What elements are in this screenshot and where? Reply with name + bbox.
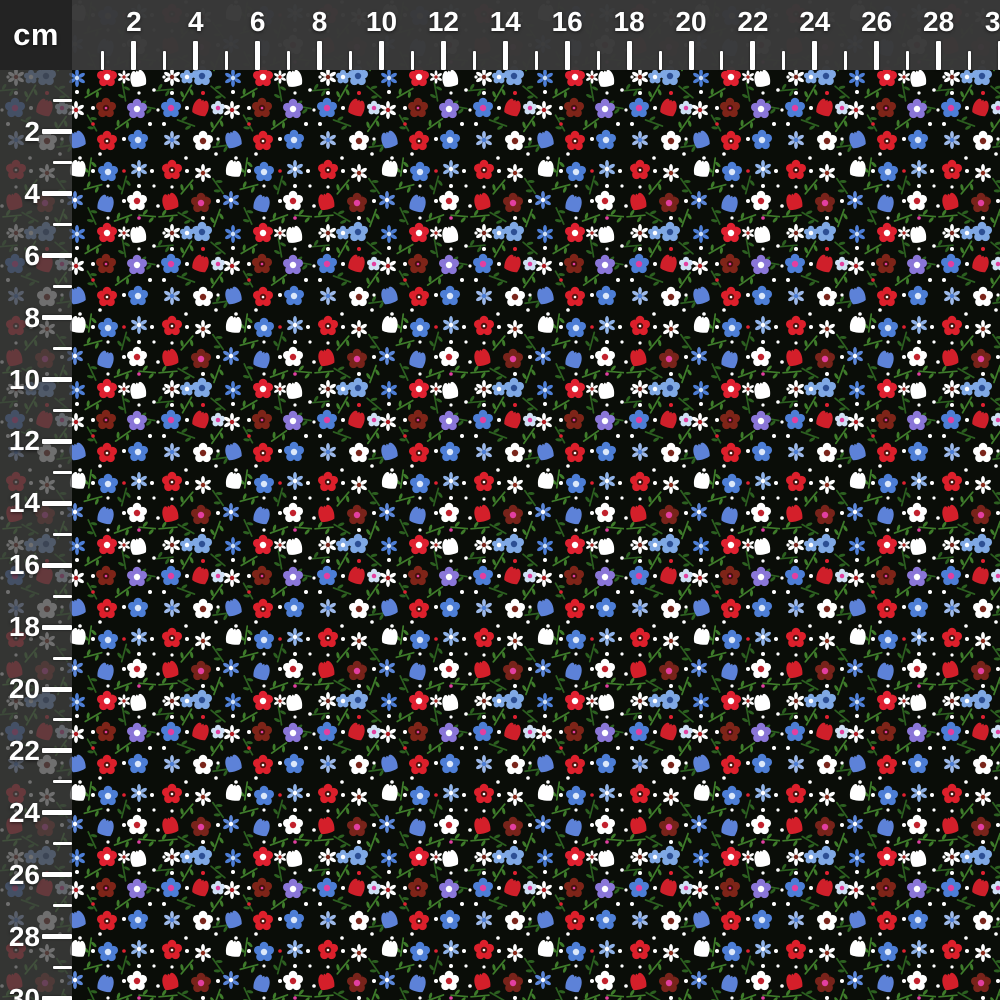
ruler-left-strip bbox=[0, 70, 72, 1000]
floral-pattern bbox=[0, 0, 1000, 1000]
ruler-unit-label: cm bbox=[13, 17, 59, 52]
ruler-top-strip bbox=[0, 0, 1000, 70]
fabric-swatch-page: cm 2468101214161820222426283024681012141… bbox=[0, 0, 1000, 1000]
ruler-corner: cm bbox=[0, 0, 72, 70]
